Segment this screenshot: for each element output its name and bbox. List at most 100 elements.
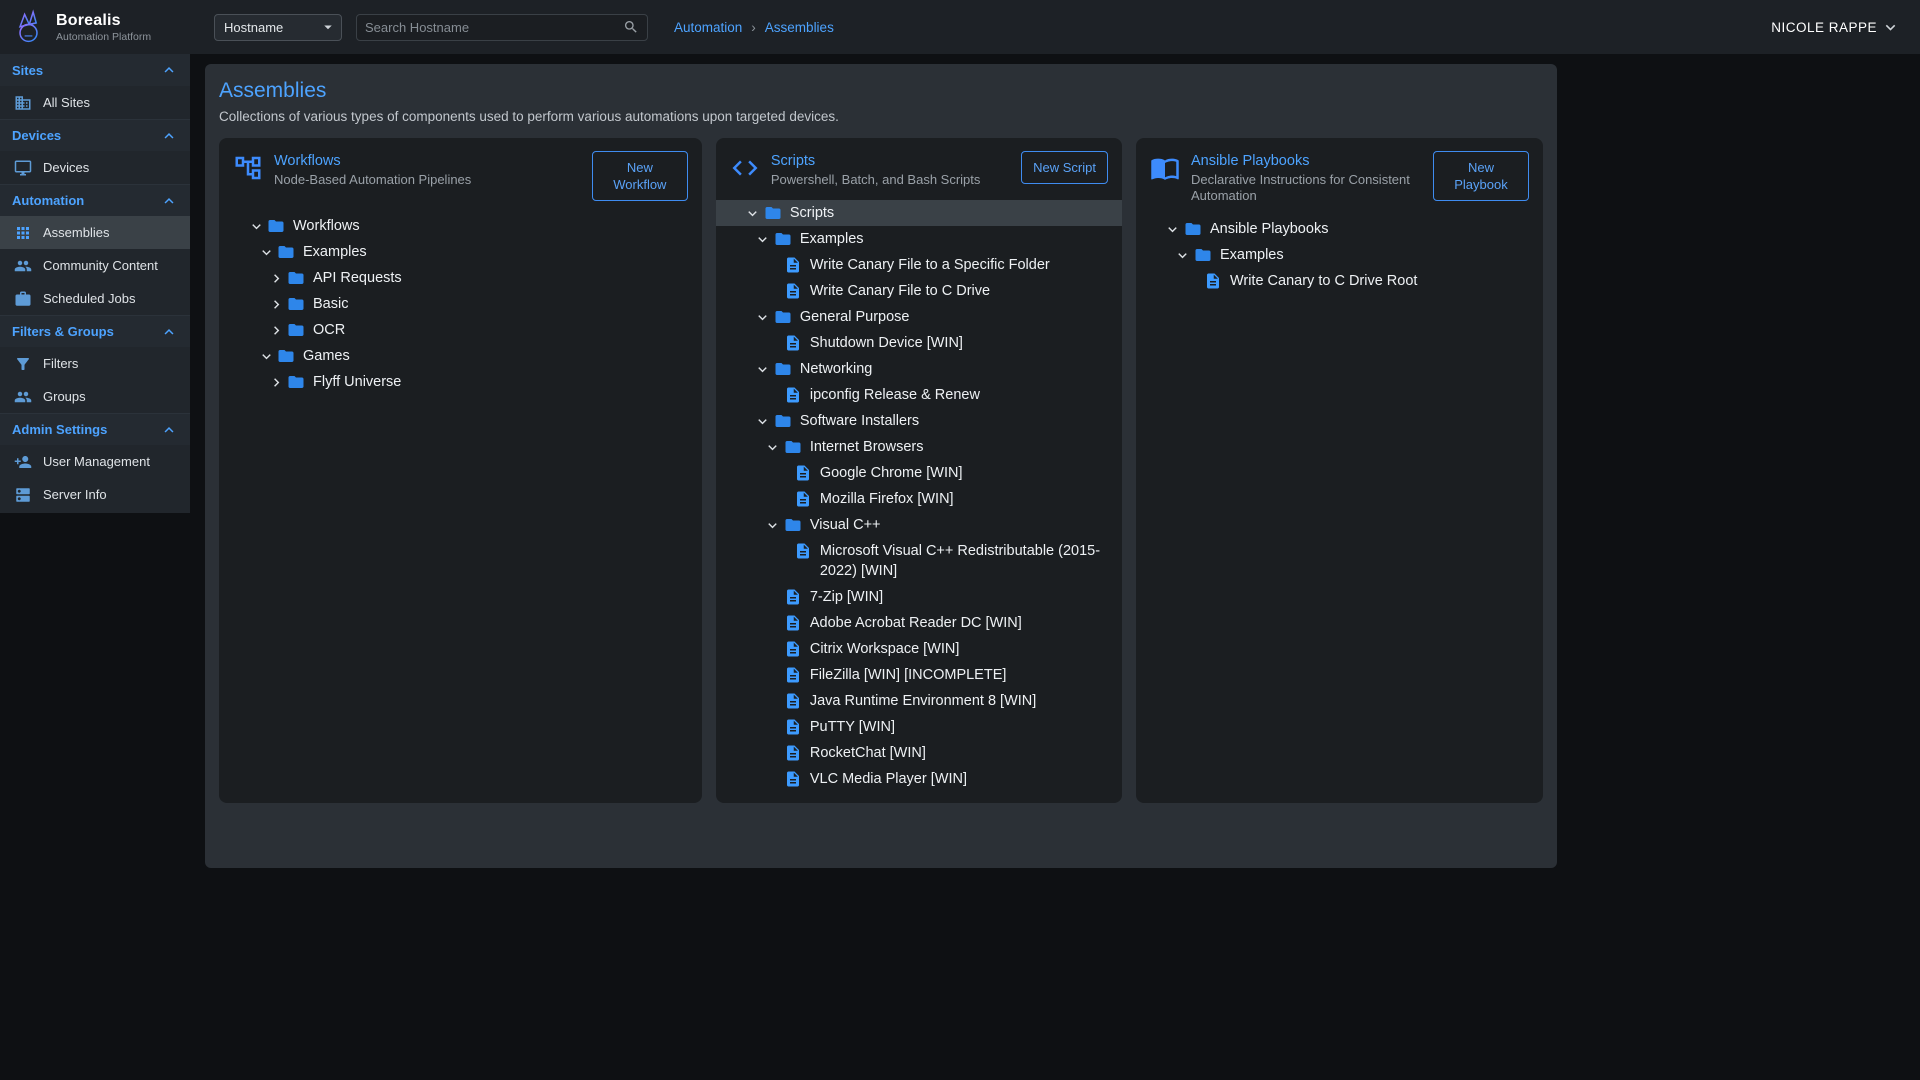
brand[interactable]: Borealis Automation Platform (0, 9, 190, 46)
tree-workflows: WorkflowsExamplesAPI RequestsBasicOCRGam… (219, 213, 702, 395)
tree-file-rocketchat-win[interactable]: RocketChat [WIN] (716, 740, 1122, 766)
breadcrumb-assemblies[interactable]: Assemblies (765, 20, 834, 35)
tree-item-label: General Purpose (800, 307, 910, 327)
chevron-right-icon[interactable] (265, 372, 287, 391)
new-workflow-button[interactable]: New Workflow (592, 151, 688, 201)
card-title: Workflows (274, 153, 573, 169)
tree-file-mozilla-firefox-win[interactable]: Mozilla Firefox [WIN] (716, 486, 1122, 512)
sidebar-item-groups[interactable]: Groups (0, 380, 190, 413)
tree-file-adobe-acrobat-reader-dc-win[interactable]: Adobe Acrobat Reader DC [WIN] (716, 610, 1122, 636)
tree-folder-games[interactable]: Games (219, 343, 702, 369)
chevron-down-icon[interactable] (762, 515, 784, 534)
sidebar-item-server-info[interactable]: Server Info (0, 478, 190, 511)
sidebar-section-sites[interactable]: Sites (0, 54, 190, 86)
tree-file-filezilla-win-incomplete[interactable]: FileZilla [WIN] [INCOMPLETE] (716, 662, 1122, 688)
sidebar-section-filters-groups[interactable]: Filters & Groups (0, 315, 190, 347)
chevron-down-icon[interactable] (255, 242, 277, 261)
tree-file-7-zip-win[interactable]: 7-Zip [WIN] (716, 584, 1122, 610)
sidebar-item-devices[interactable]: Devices (0, 151, 190, 184)
sidebar-item-scheduled-jobs[interactable]: Scheduled Jobs (0, 282, 190, 315)
tree-folder-flyff-universe[interactable]: Flyff Universe (219, 369, 702, 395)
card-subtitle: Declarative Instructions for Consistent … (1191, 172, 1414, 204)
tree-folder-scripts[interactable]: Scripts (716, 200, 1122, 226)
tree-folder-examples[interactable]: Examples (716, 226, 1122, 252)
tree-folder-ansible-playbooks[interactable]: Ansible Playbooks (1136, 216, 1543, 242)
tree-folder-examples[interactable]: Examples (219, 239, 702, 265)
user-management-icon (14, 453, 32, 471)
tree-folder-ocr[interactable]: OCR (219, 317, 702, 343)
chevron-down-icon[interactable] (762, 437, 784, 456)
sidebar-item-community-content[interactable]: Community Content (0, 249, 190, 282)
tree-file-write-canary-file-to-a-specific-folder[interactable]: Write Canary File to a Specific Folder (716, 252, 1122, 278)
sidebar-item-user-management[interactable]: User Management (0, 445, 190, 478)
tree-file-write-canary-file-to-c-drive[interactable]: Write Canary File to C Drive (716, 278, 1122, 304)
tree-folder-examples[interactable]: Examples (1136, 242, 1543, 268)
sidebar-section-admin-settings[interactable]: Admin Settings (0, 413, 190, 445)
folder-icon (774, 229, 792, 248)
sidebar-section-automation[interactable]: Automation (0, 184, 190, 216)
folder-icon (784, 437, 802, 456)
tree-item-label: Ansible Playbooks (1210, 219, 1329, 239)
tree-folder-api-requests[interactable]: API Requests (219, 265, 702, 291)
search-box[interactable] (356, 14, 648, 41)
tree-file-putty-win[interactable]: PuTTY [WIN] (716, 714, 1122, 740)
tree-item-label: Write Canary to C Drive Root (1230, 271, 1417, 291)
folder-icon (287, 268, 305, 287)
tree-file-java-runtime-environment-8-win[interactable]: Java Runtime Environment 8 [WIN] (716, 688, 1122, 714)
sidebar-section-label: Sites (12, 63, 43, 78)
hostname-select[interactable]: Hostname (214, 14, 342, 41)
tree-folder-networking[interactable]: Networking (716, 356, 1122, 382)
new-script-button[interactable]: New Script (1021, 151, 1108, 184)
sidebar-item-label: Server Info (43, 487, 107, 502)
folder-icon (277, 242, 295, 261)
tree-file-google-chrome-win[interactable]: Google Chrome [WIN] (716, 460, 1122, 486)
sidebar-item-filters[interactable]: Filters (0, 347, 190, 380)
tree-file-vlc-media-player-win[interactable]: VLC Media Player [WIN] (716, 766, 1122, 792)
tree-item-label: Adobe Acrobat Reader DC [WIN] (810, 613, 1022, 633)
tree-folder-workflows[interactable]: Workflows (219, 213, 702, 239)
chevron-right-icon[interactable] (265, 268, 287, 287)
tree-folder-software-installers[interactable]: Software Installers (716, 408, 1122, 434)
tree-item-label: Examples (1220, 245, 1284, 265)
code-icon (730, 153, 760, 183)
new-playbook-button[interactable]: New Playbook (1433, 151, 1529, 201)
user-menu[interactable]: NICOLE RAPPE (1771, 18, 1900, 37)
sidebar-item-assemblies[interactable]: Assemblies (0, 216, 190, 249)
chevron-down-icon[interactable] (245, 216, 267, 235)
tree-folder-basic[interactable]: Basic (219, 291, 702, 317)
tree-folder-visual-c[interactable]: Visual C++ (716, 512, 1122, 538)
chevron-down-icon[interactable] (752, 411, 774, 430)
chevron-down-icon[interactable] (752, 229, 774, 248)
tree-file-shutdown-device-win[interactable]: Shutdown Device [WIN] (716, 330, 1122, 356)
groups-icon (14, 388, 32, 406)
folder-icon (1184, 219, 1202, 238)
sidebar-section-label: Automation (12, 193, 84, 208)
tree-file-write-canary-to-c-drive-root[interactable]: Write Canary to C Drive Root (1136, 268, 1543, 294)
tree-file-ipconfig-release-renew[interactable]: ipconfig Release & Renew (716, 382, 1122, 408)
chevron-right-icon[interactable] (265, 320, 287, 339)
tree-file-microsoft-visual-c-redistributable-2015-2022-win[interactable]: Microsoft Visual C++ Redistributable (20… (716, 538, 1122, 584)
file-icon (784, 665, 802, 684)
tree-folder-general-purpose[interactable]: General Purpose (716, 304, 1122, 330)
folder-icon (277, 346, 295, 365)
chevron-down-icon[interactable] (752, 307, 774, 326)
sidebar-section-label: Devices (12, 128, 61, 143)
chevron-down-icon[interactable] (752, 359, 774, 378)
tree-item-label: Networking (800, 359, 873, 379)
tree-folder-internet-browsers[interactable]: Internet Browsers (716, 434, 1122, 460)
chevron-down-icon[interactable] (1162, 219, 1184, 238)
chevron-right-icon[interactable] (265, 294, 287, 313)
chevron-down-icon[interactable] (742, 203, 764, 222)
breadcrumb-automation[interactable]: Automation (674, 20, 742, 35)
tree-file-citrix-workspace-win[interactable]: Citrix Workspace [WIN] (716, 636, 1122, 662)
folder-icon (267, 216, 285, 235)
tree-indent-spacer (762, 281, 784, 283)
search-input[interactable] (365, 20, 623, 35)
chevron-down-icon[interactable] (1172, 245, 1194, 264)
tree-indent-spacer (772, 489, 794, 491)
folder-icon (287, 294, 305, 313)
chevron-down-icon[interactable] (255, 346, 277, 365)
sidebar-section-devices[interactable]: Devices (0, 119, 190, 151)
tree-indent-spacer (762, 639, 784, 641)
sidebar-item-all-sites[interactable]: All Sites (0, 86, 190, 119)
